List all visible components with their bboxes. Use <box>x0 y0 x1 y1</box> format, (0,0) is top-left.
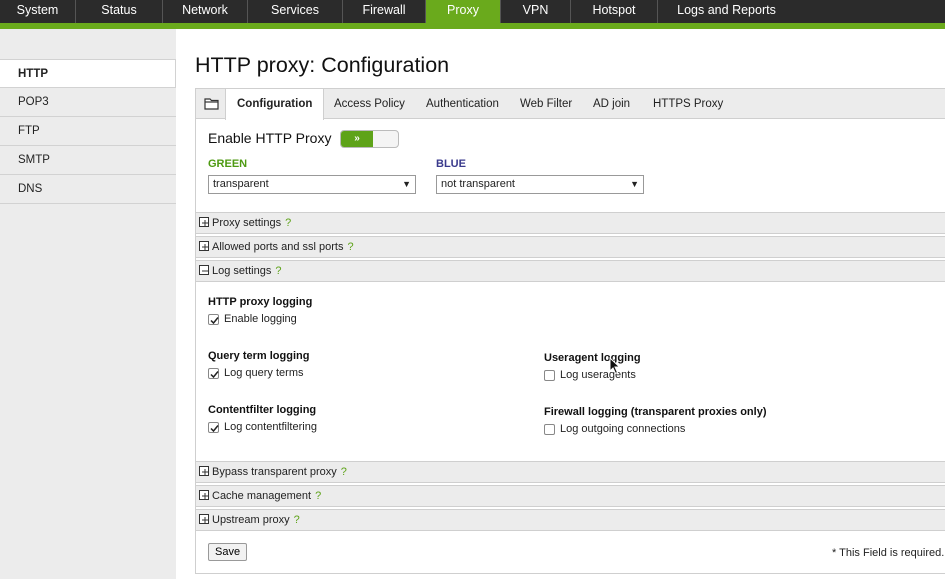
mouse-pointer-icon <box>609 356 621 375</box>
page-title: HTTP proxy: Configuration <box>195 53 450 77</box>
blue-mode-select[interactable]: not transparent ▼ <box>436 175 644 194</box>
nav-firewall[interactable]: Firewall <box>343 0 426 23</box>
log-contentfiltering-label: Log contentfiltering <box>224 421 317 433</box>
log-useragents-checkbox[interactable] <box>544 369 555 381</box>
section-title: Log settings <box>212 265 272 277</box>
tab-configuration[interactable]: Configuration <box>225 89 325 120</box>
nav-services[interactable]: Services <box>248 0 343 23</box>
log-outgoing-checkbox[interactable] <box>544 423 555 435</box>
help-icon[interactable]: ? <box>347 241 353 253</box>
log-useragents-label: Log useragents <box>560 369 636 381</box>
required-field-note: * This Field is required. <box>832 547 945 559</box>
firewall-logging-heading: Firewall logging (transparent proxies on… <box>544 406 767 418</box>
help-icon[interactable]: ? <box>275 265 281 277</box>
tab-ad-join[interactable]: AD join <box>593 89 630 119</box>
section-title: Proxy settings <box>212 217 282 229</box>
tab-authentication[interactable]: Authentication <box>426 89 499 119</box>
tab-web-filter[interactable]: Web Filter <box>520 89 572 119</box>
section-title: Upstream proxy <box>212 514 290 526</box>
log-query-terms-row[interactable]: Log query terms <box>208 367 303 379</box>
section-upstream-proxy[interactable]: Upstream proxy? <box>196 509 945 531</box>
query-term-logging-heading: Query term logging <box>208 350 310 362</box>
save-button[interactable]: Save <box>208 543 248 561</box>
expand-plus-icon <box>199 514 209 524</box>
green-mode-select[interactable]: transparent ▼ <box>208 175 416 194</box>
nav-vpn[interactable]: VPN <box>501 0 571 23</box>
blue-mode-value: not transparent <box>441 178 515 190</box>
log-contentfiltering-row[interactable]: Log contentfiltering <box>208 421 317 433</box>
sidebar-item-http[interactable]: HTTP <box>0 59 176 88</box>
enable-http-proxy-label: Enable HTTP Proxy <box>208 130 332 146</box>
enable-http-proxy-toggle[interactable]: » <box>340 130 399 148</box>
log-outgoing-row[interactable]: Log outgoing connections <box>544 423 685 435</box>
sidebar: HTTP POP3 FTP SMTP DNS <box>0 29 176 579</box>
nav-hotspot[interactable]: Hotspot <box>571 0 658 23</box>
toggle-on-indicator: » <box>341 131 373 147</box>
tab-https-proxy[interactable]: HTTPS Proxy <box>653 89 723 119</box>
http-proxy-logging-heading: HTTP proxy logging <box>208 296 313 308</box>
green-mode-value: transparent <box>213 178 269 190</box>
tab-access-policy[interactable]: Access Policy <box>334 89 405 119</box>
enable-logging-label: Enable logging <box>224 313 297 325</box>
contentfilter-logging-heading: Contentfilter logging <box>208 404 317 416</box>
log-query-terms-checkbox[interactable] <box>208 367 219 379</box>
help-icon[interactable]: ? <box>285 217 291 229</box>
nav-system[interactable]: System <box>0 0 76 23</box>
green-zone-label: GREEN <box>208 158 248 170</box>
sidebar-item-pop3[interactable]: POP3 <box>0 88 176 117</box>
help-icon[interactable]: ? <box>315 490 321 502</box>
nav-proxy[interactable]: Proxy <box>426 0 501 23</box>
section-title: Cache management <box>212 490 312 502</box>
section-title: Bypass transparent proxy <box>212 466 337 478</box>
collapse-minus-icon <box>199 265 209 275</box>
expand-plus-icon <box>199 217 209 227</box>
log-useragents-row[interactable]: Log useragents <box>544 369 636 381</box>
top-navigation: System Status Network Services Firewall … <box>0 0 945 23</box>
dropdown-arrow-icon: ▼ <box>630 179 639 189</box>
sidebar-item-dns[interactable]: DNS <box>0 175 176 204</box>
log-query-terms-label: Log query terms <box>224 367 304 379</box>
nav-logs-and-reports[interactable]: Logs and Reports <box>658 0 795 23</box>
sidebar-item-ftp[interactable]: FTP <box>0 117 176 146</box>
tab-bar: Configuration Access Policy Authenticati… <box>196 89 945 120</box>
blue-zone-label: BLUE <box>436 158 466 170</box>
nav-status[interactable]: Status <box>76 0 163 23</box>
dropdown-arrow-icon: ▼ <box>402 179 411 189</box>
section-log-settings[interactable]: Log settings? <box>196 260 945 282</box>
config-panel: Configuration Access Policy Authenticati… <box>195 88 945 574</box>
section-proxy-settings[interactable]: Proxy settings? <box>196 212 945 234</box>
log-outgoing-label: Log outgoing connections <box>560 423 686 435</box>
help-icon[interactable]: ? <box>341 466 347 478</box>
enable-logging-row[interactable]: Enable logging <box>208 313 297 325</box>
expand-plus-icon <box>199 241 209 251</box>
enable-logging-checkbox[interactable] <box>208 313 219 325</box>
sidebar-item-smtp[interactable]: SMTP <box>0 146 176 175</box>
section-bypass-transparent-proxy[interactable]: Bypass transparent proxy? <box>196 461 945 483</box>
help-icon[interactable]: ? <box>294 514 300 526</box>
expand-plus-icon <box>199 466 209 476</box>
section-title: Allowed ports and ssl ports <box>212 241 344 253</box>
nav-network[interactable]: Network <box>163 0 248 23</box>
log-contentfiltering-checkbox[interactable] <box>208 421 219 433</box>
section-allowed-ports[interactable]: Allowed ports and ssl ports? <box>196 236 945 258</box>
folder-icon[interactable] <box>204 97 220 110</box>
section-cache-management[interactable]: Cache management? <box>196 485 945 507</box>
expand-plus-icon <box>199 490 209 500</box>
useragent-logging-heading: Useragent logging <box>544 352 641 364</box>
